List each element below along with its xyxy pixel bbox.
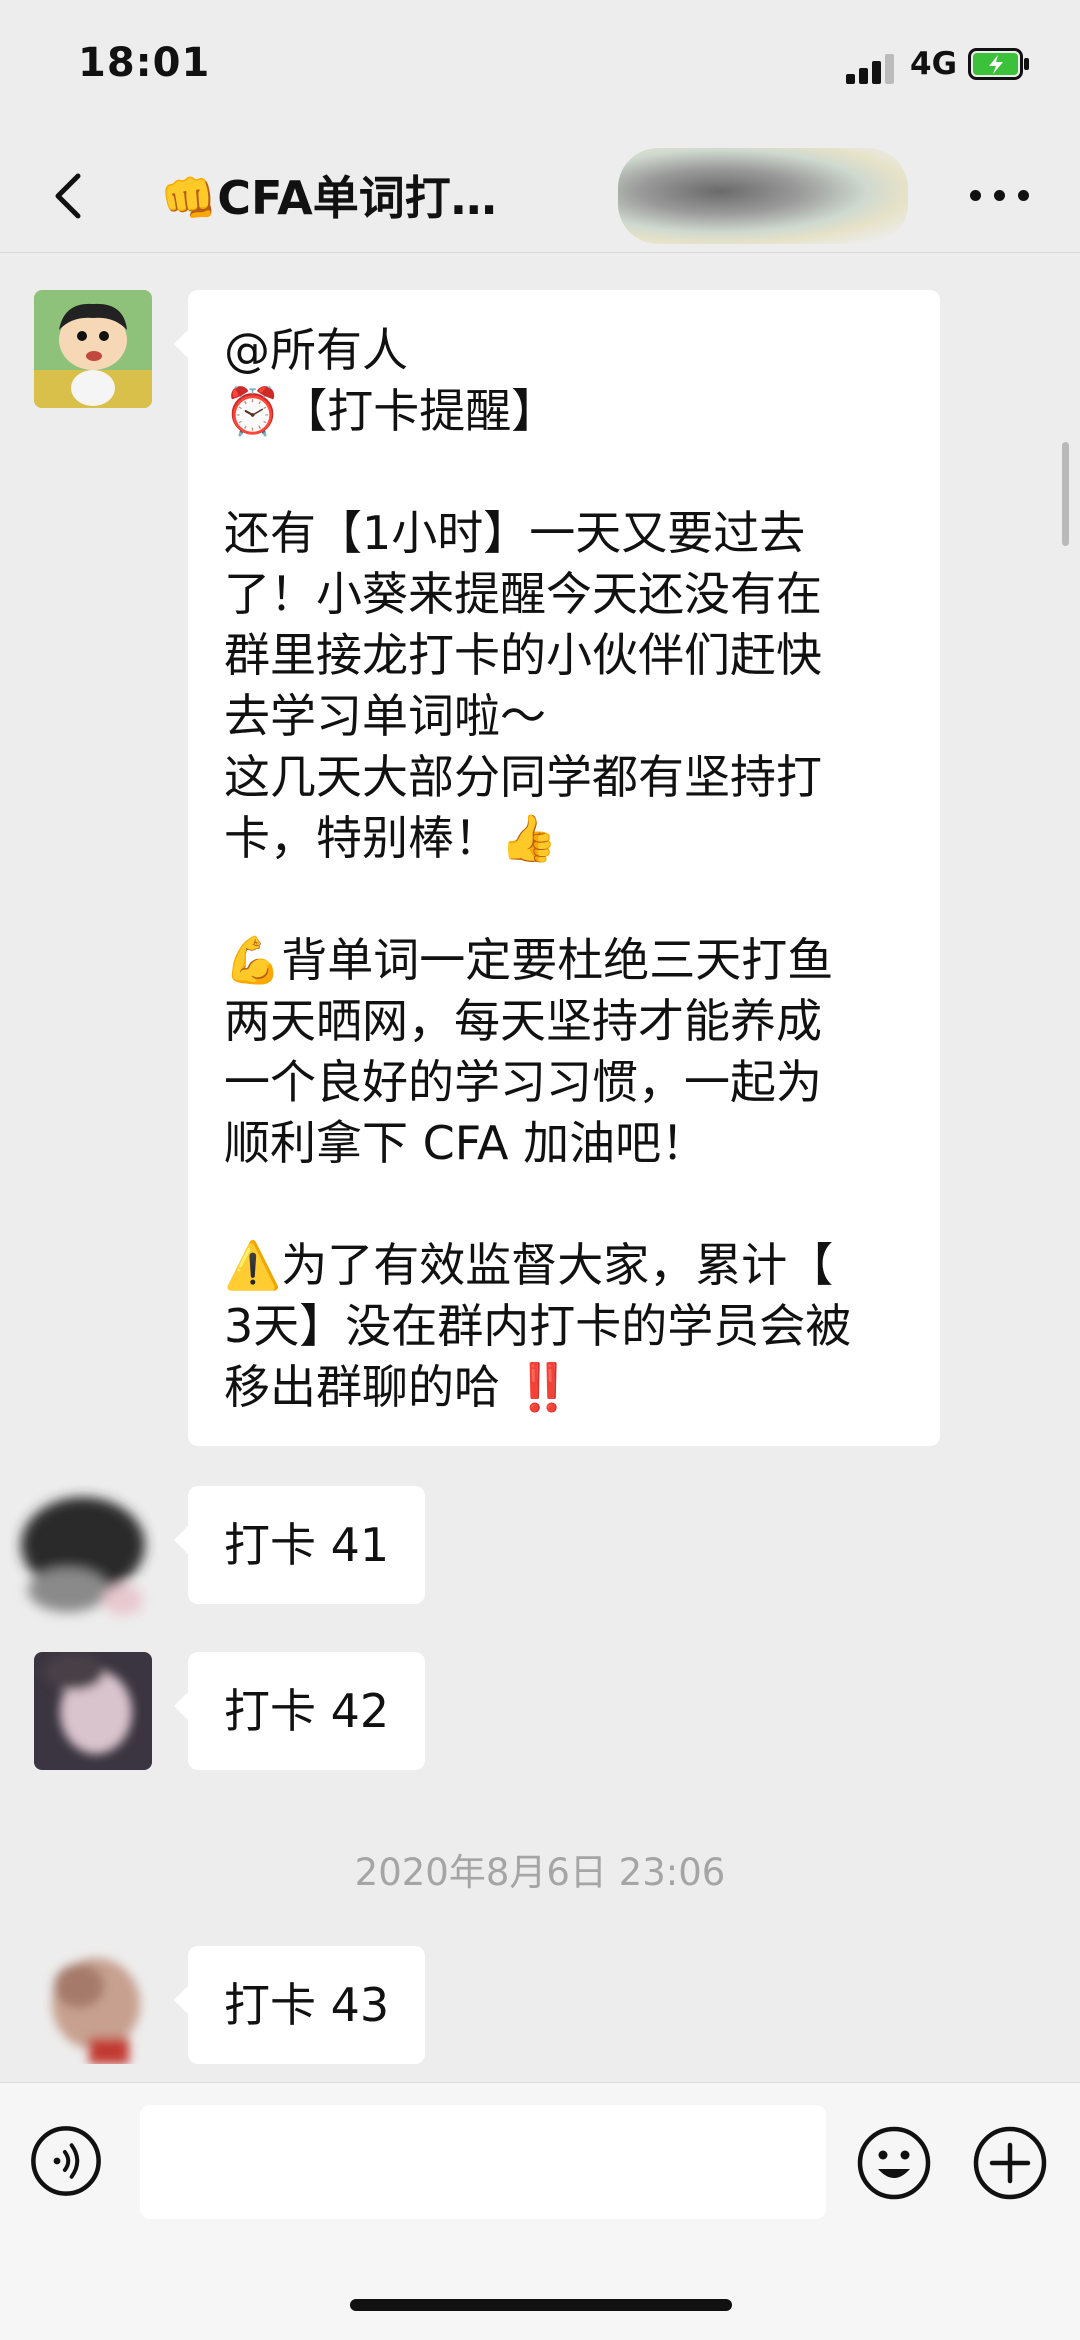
back-icon[interactable]: [40, 164, 96, 228]
message-line: 群里接龙打卡的小伙伴们赶快: [224, 628, 822, 682]
message-line: 移出群聊的哈 ‼️: [224, 1360, 572, 1414]
voice-input-icon[interactable]: [30, 2125, 102, 2197]
redacted-member-count: [618, 148, 908, 244]
message-line: 还有【1小时】一天又要过去: [224, 506, 806, 560]
status-time: 18:01: [78, 40, 211, 86]
more-options-icon[interactable]: [970, 180, 1030, 210]
plus-icon[interactable]: [972, 2125, 1048, 2201]
home-indicator[interactable]: [350, 2299, 732, 2311]
signal-icon: [846, 52, 896, 84]
chat-header: 👊CFA单词打… （: [0, 140, 1080, 253]
checkin-message-42[interactable]: 打卡 42: [173, 1652, 426, 1770]
message-line: ⏰【打卡提醒】: [224, 384, 558, 438]
message-timestamp: 2020年8月6日 23:06: [354, 1851, 726, 1894]
message-line: 一个良好的学习习惯，一起为: [224, 1055, 822, 1109]
checkin-message-43[interactable]: 打卡 43: [173, 1946, 426, 2064]
message-text: 打卡 43: [224, 1978, 390, 2032]
message-input[interactable]: [140, 2105, 826, 2219]
checkin-message-41[interactable]: 打卡 41: [173, 1486, 426, 1604]
scrollbar[interactable]: [1062, 442, 1069, 546]
message-text: 打卡 41: [224, 1518, 390, 1572]
message-line: @所有人: [224, 323, 408, 377]
avatar[interactable]: [8, 1480, 158, 1630]
avatar[interactable]: [34, 290, 152, 408]
message-line: 顺利拿下 CFA 加油吧！: [224, 1116, 708, 1170]
message-line: 💪背单词一定要杜绝三天打鱼: [224, 933, 834, 987]
reminder-message[interactable]: @所有人 ⏰【打卡提醒】 还有【1小时】一天又要过去 了！小葵来提醒今天还没有在…: [174, 290, 940, 1446]
message-line: 卡，特别棒！👍: [224, 811, 558, 865]
network-type: 4G: [910, 46, 958, 82]
message-line: [224, 869, 940, 930]
message-line: 两天晒网，每天坚持才能养成: [224, 994, 822, 1048]
avatar[interactable]: [34, 1652, 152, 1770]
message-line: 这几天大部分同学都有坚持打: [224, 750, 822, 804]
emoji-icon[interactable]: [856, 2125, 932, 2201]
message-line: [224, 442, 940, 503]
message-line: 3天】没在群内打卡的学员会被: [224, 1299, 852, 1353]
message-line: 了！小葵来提醒今天还没有在: [224, 567, 822, 621]
status-bar: 18:01 4G: [0, 0, 1080, 140]
message-line: [224, 1174, 940, 1235]
battery-icon: [968, 48, 1029, 80]
input-bar: [0, 2082, 1080, 2340]
chat-title: 👊CFA单词打…: [160, 171, 497, 225]
message-text: 打卡 42: [224, 1684, 390, 1738]
avatar[interactable]: [34, 1946, 152, 2064]
message-line: ⚠️为了有效监督大家，累计【: [224, 1238, 834, 1292]
message-line: 去学习单词啦～: [224, 689, 546, 743]
